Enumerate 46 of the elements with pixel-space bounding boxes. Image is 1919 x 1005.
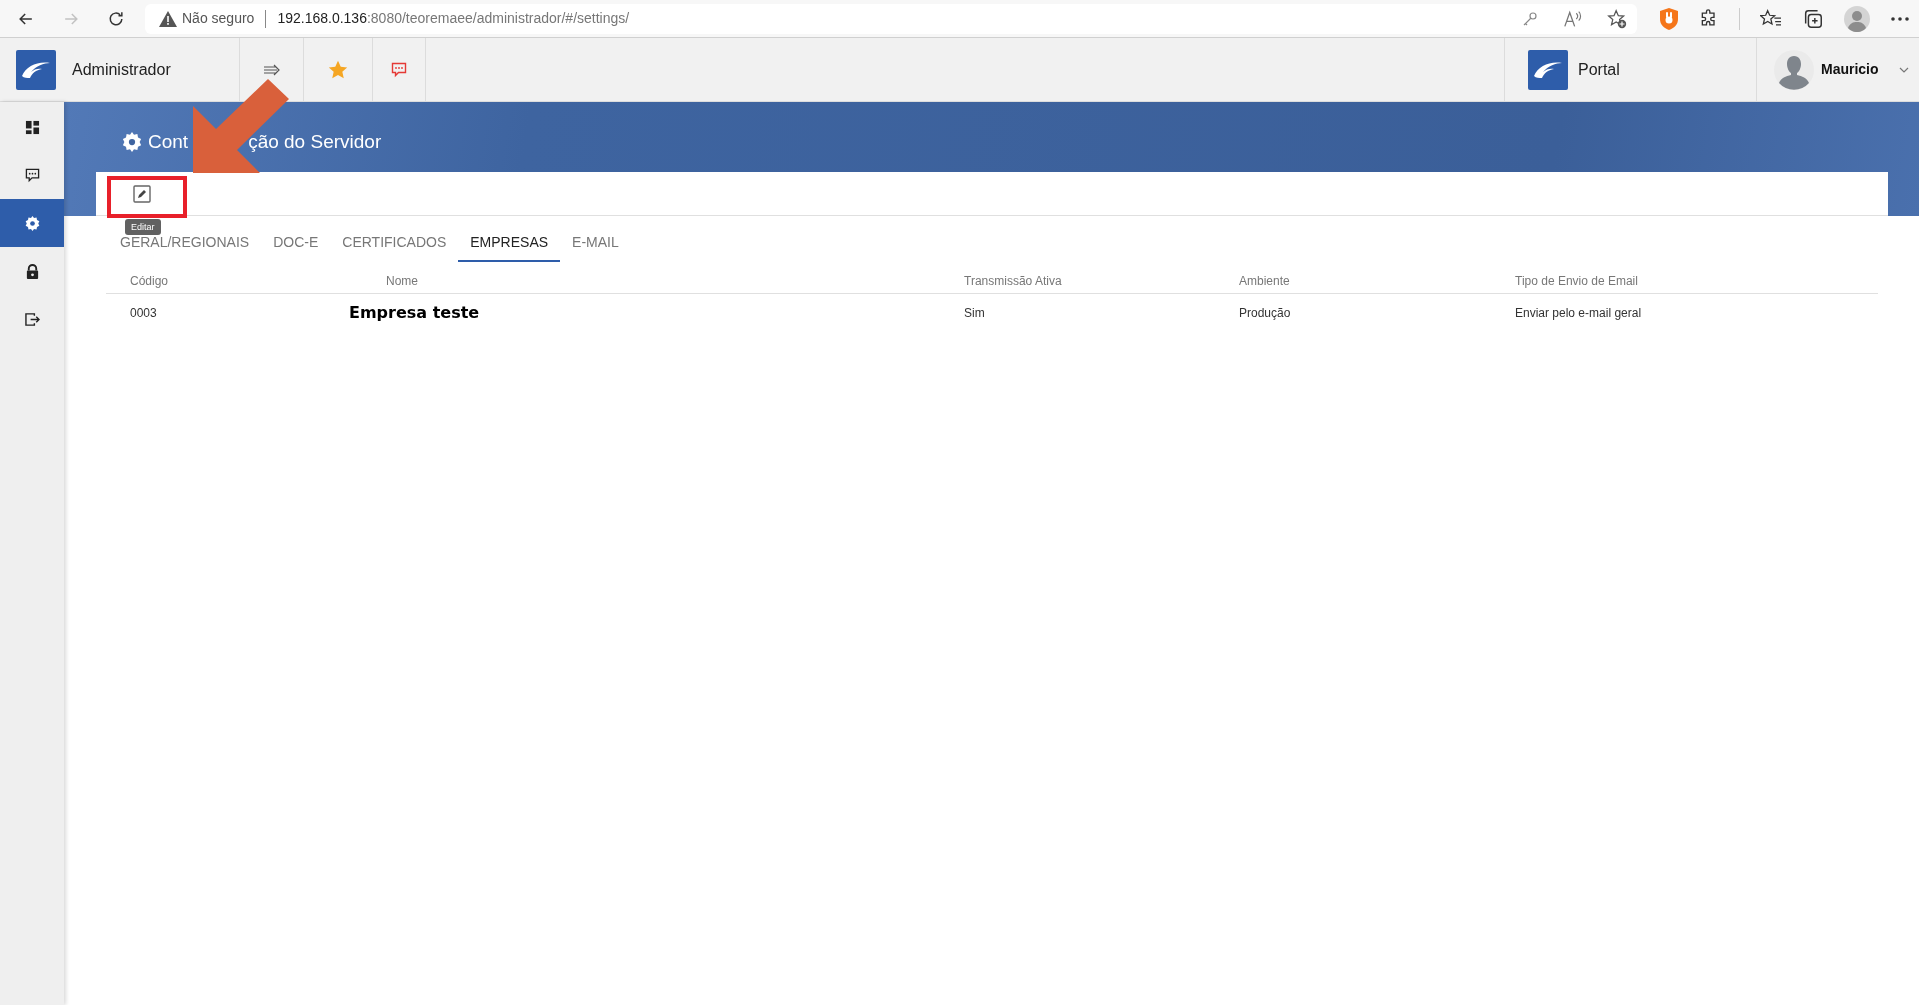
table-cell: Produção xyxy=(1239,306,1291,320)
settings-nav-item[interactable] xyxy=(0,199,64,247)
gear-icon xyxy=(122,132,142,152)
star-icon xyxy=(328,59,348,80)
column-header: Tipo de Envio de Email xyxy=(1515,273,1638,288)
tab[interactable]: E-MAIL xyxy=(560,224,631,262)
tooltip: Editar xyxy=(125,219,161,235)
portal-logo xyxy=(1528,49,1568,90)
lock-icon xyxy=(24,263,40,279)
chevron-down-icon xyxy=(1898,66,1909,73)
column-header: Ambiente xyxy=(1239,273,1290,288)
column-header: Código xyxy=(130,273,169,288)
column-header: Nome xyxy=(386,273,418,288)
key-icon[interactable] xyxy=(1521,9,1539,28)
user-menu-button[interactable]: Mauricio xyxy=(1757,38,1919,101)
security-label: Não seguro xyxy=(182,9,255,28)
tab[interactable]: EMPRESAS xyxy=(458,224,561,262)
app-title: Administrador xyxy=(72,59,171,80)
page-title-fragment: Cont xyxy=(148,129,189,154)
chat-icon xyxy=(391,61,407,78)
tab[interactable]: DOC-E xyxy=(261,224,331,262)
url-text: 192.168.0.136:8080/teoremaee/administrador/#/settings/ xyxy=(277,9,630,28)
user-avatar-icon xyxy=(1774,49,1814,90)
page-title-fragment: ção do Servidor xyxy=(248,129,382,154)
column-header: Transmissão Ativa xyxy=(964,273,1062,288)
portal-button[interactable]: Portal xyxy=(1504,38,1757,101)
shield-extension-icon[interactable] xyxy=(1659,7,1679,30)
favorite-add-icon[interactable] xyxy=(1607,8,1627,29)
double-arrow-icon xyxy=(262,62,281,77)
settings-icon xyxy=(24,215,40,231)
chat-icon xyxy=(24,167,40,183)
pencil-icon xyxy=(133,184,151,203)
warning-icon xyxy=(159,10,177,27)
table-cell: 0003 xyxy=(130,306,157,320)
address-bar[interactable]: Não seguro 192.168.0.136:8080/teoremaee/administrador/#/settings/ xyxy=(145,3,1637,34)
tab[interactable]: CERTIFICADOS xyxy=(330,224,459,262)
table-cell: Sim xyxy=(964,306,985,320)
profile-avatar-icon[interactable] xyxy=(1844,5,1870,32)
more-icon[interactable] xyxy=(1890,15,1910,22)
app-logo xyxy=(16,49,56,90)
collections-icon[interactable] xyxy=(1802,7,1824,30)
read-aloud-icon[interactable] xyxy=(1563,9,1583,28)
logout-icon xyxy=(24,311,40,327)
dashboard-icon xyxy=(24,119,40,135)
table-cell: Empresa teste xyxy=(349,303,480,322)
table-cell: Enviar pelo e-mail geral xyxy=(1515,306,1642,320)
